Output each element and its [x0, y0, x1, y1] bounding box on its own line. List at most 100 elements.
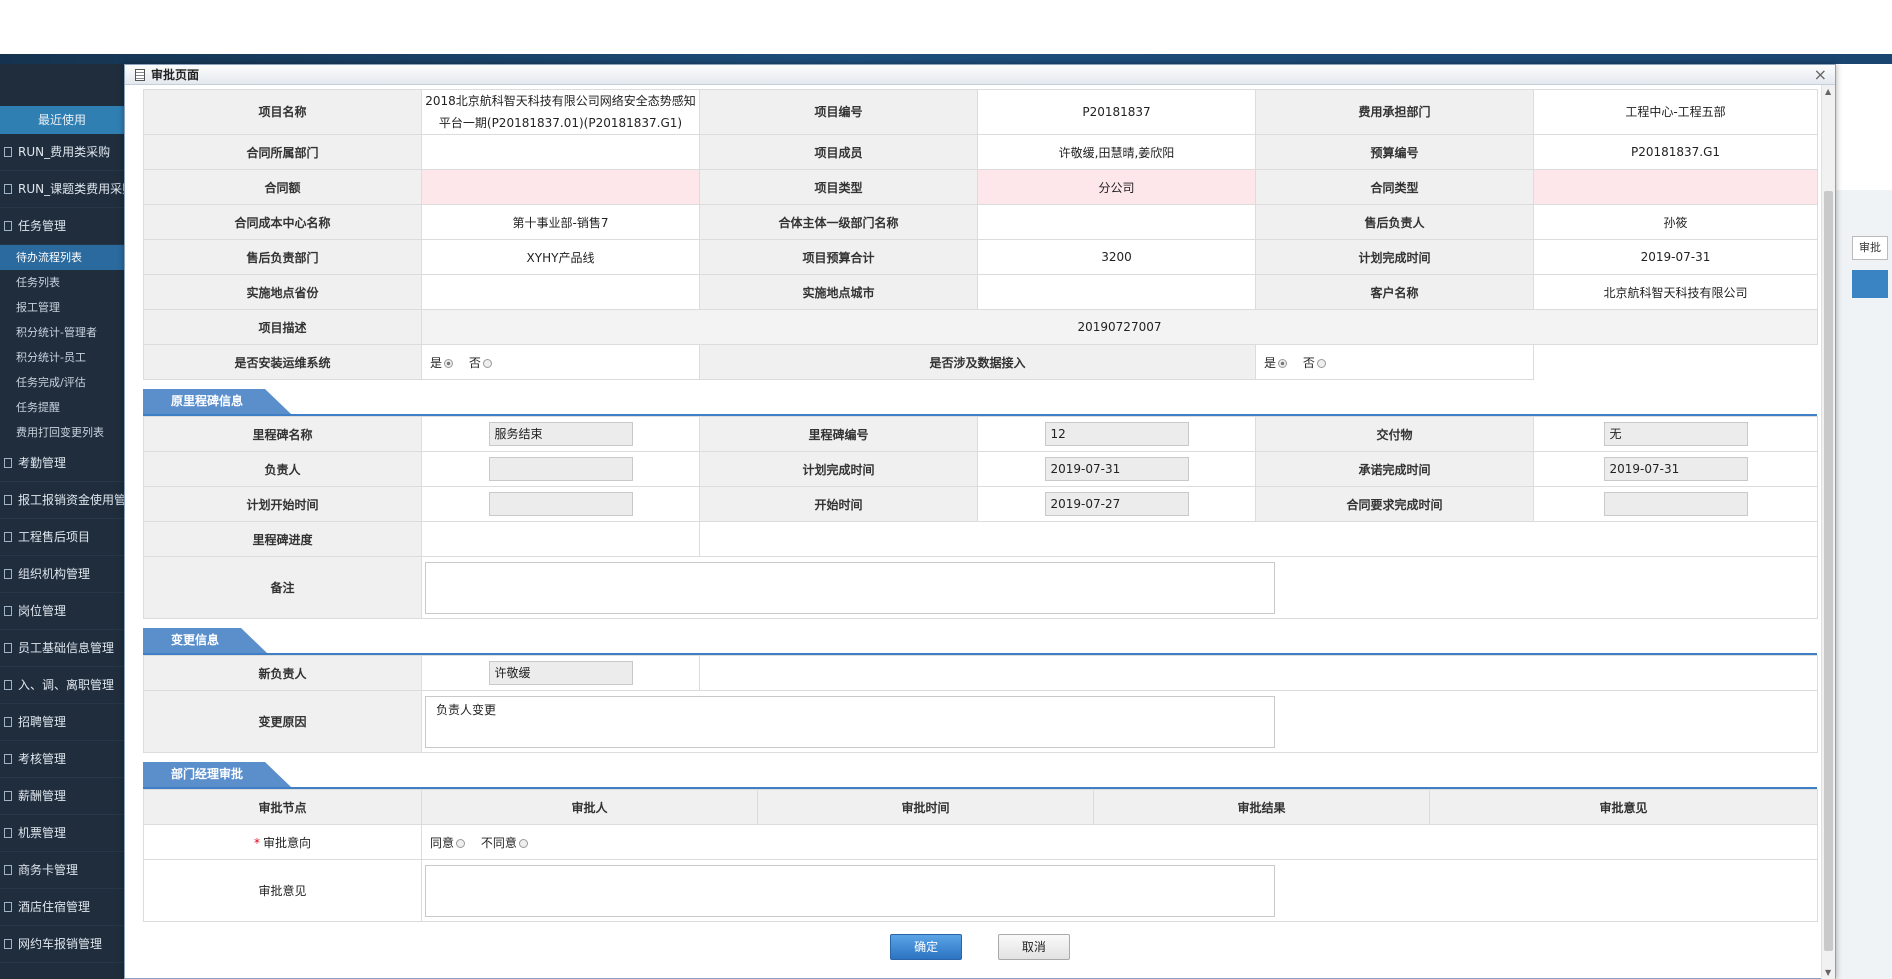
sidebar-item[interactable]: 入、调、离职管理 — [0, 667, 124, 704]
sidebar-recent[interactable]: 最近使用 — [0, 106, 124, 134]
sidebar-item[interactable]: 组织机构管理 — [0, 556, 124, 593]
sidebar-item[interactable]: 工程售后项目 — [0, 519, 124, 556]
section-header: 部门经理审批 — [143, 763, 1817, 789]
sidebar-subitem[interactable]: 报工管理 — [0, 295, 124, 320]
contract-amount-value — [421, 169, 700, 205]
label: 计划开始时间 — [143, 486, 422, 522]
plan-end-value: 2019-07-31 — [1533, 239, 1818, 275]
label: 项目类型 — [699, 169, 978, 205]
sidebar-subitem[interactable]: 积分统计-管理者 — [0, 320, 124, 345]
confirm-button[interactable]: 确定 — [890, 934, 963, 960]
ops-yes-radio[interactable] — [444, 358, 454, 368]
ops-no-radio[interactable] — [482, 358, 492, 368]
menu-icon — [4, 754, 12, 764]
radio-label: 不同意 — [480, 835, 517, 850]
agree-radio[interactable] — [456, 838, 466, 848]
menu-icon — [4, 902, 12, 912]
data-no-radio[interactable] — [1316, 358, 1326, 368]
sidebar-item[interactable]: 岗位管理 — [0, 593, 124, 630]
approve-tab[interactable]: 审批 — [1852, 236, 1888, 260]
change-reason-textarea[interactable]: 负责人变更 — [425, 695, 1275, 748]
scroll-thumb[interactable] — [1824, 191, 1833, 951]
label: 项目编号 — [699, 89, 978, 135]
sidebar-subitem[interactable]: 任务列表 — [0, 270, 124, 295]
sidebar-item[interactable]: 机票管理 — [0, 815, 124, 852]
data-yes-radio[interactable] — [1278, 358, 1288, 368]
sidebar-item-label: 工程售后项目 — [18, 530, 91, 544]
menu-icon — [4, 458, 12, 468]
label: 备注 — [143, 556, 422, 619]
sidebar-item-label: 报工报销资金使用管 — [18, 493, 124, 507]
progress-fill — [699, 521, 1818, 557]
project-name-value: 2018北京航科智天科技有限公司网络安全态势感知平台一期(P20181837.0… — [421, 89, 700, 135]
sidebar-item-label: 招聘管理 — [18, 715, 67, 729]
remark-textarea[interactable] — [425, 561, 1275, 614]
new-owner-input[interactable]: 许敬缓 — [488, 661, 633, 685]
approval-dialog: 审批页面 × 项目名称 2018北京航科智天科技有限公司网络安全态势感知平台一期… — [124, 64, 1836, 979]
budget-code-value: P20181837.G1 — [1533, 134, 1818, 170]
province-value — [421, 274, 700, 310]
sidebar-item-label: 岗位管理 — [18, 604, 67, 618]
label: 合同所属部门 — [143, 134, 422, 170]
plan-start-input[interactable] — [488, 492, 633, 516]
scroll-down-icon[interactable]: ▼ — [1825, 968, 1831, 977]
label: 合同额 — [143, 169, 422, 205]
sidebar-item[interactable]: 网约车报销管理 — [0, 926, 124, 963]
milestone-code-input[interactable]: 12 — [1044, 422, 1189, 446]
cancel-button[interactable]: 取消 — [997, 934, 1070, 960]
section-header: 变更信息 — [143, 629, 1817, 655]
column-header: 审批结果 — [1093, 789, 1430, 825]
plan-end-input[interactable]: 2019-07-31 — [1044, 457, 1189, 481]
milestone-name-input[interactable]: 服务结束 — [488, 422, 633, 446]
background-right-panel: 审批 — [1832, 190, 1892, 979]
opinion-textarea[interactable] — [425, 864, 1275, 917]
label: 是否安装运维系统 — [143, 344, 422, 380]
sidebar-item-label: 员工基础信息管理 — [18, 641, 115, 655]
start-time-input[interactable]: 2019-07-27 — [1044, 492, 1189, 516]
sidebar-item-run-topic[interactable]: RUN_课题类费用采购 — [0, 171, 124, 208]
label: 审批意见 — [143, 859, 422, 922]
label: 合同要求完成时间 — [1255, 486, 1534, 522]
sidebar-item-task-management[interactable]: 任务管理 — [0, 208, 124, 245]
sidebar-item-label: 网约车报销管理 — [18, 937, 103, 951]
intent-radio-group: 同意 不同意 — [421, 824, 1818, 860]
scroll-up-icon[interactable]: ▲ — [1825, 87, 1831, 96]
sidebar: 最近使用 RUN_费用类采购 RUN_课题类费用采购 任务管理 待办流程列表 任… — [0, 64, 124, 979]
label: 项目描述 — [143, 309, 422, 345]
commit-end-input[interactable]: 2019-07-31 — [1603, 457, 1748, 481]
sidebar-item[interactable]: 酒店住宿管理 — [0, 889, 124, 926]
cost-dept-value: 工程中心-工程五部 — [1533, 89, 1818, 135]
sidebar-item-label: 酒店住宿管理 — [18, 900, 91, 914]
menu-icon — [4, 495, 12, 505]
vertical-scrollbar[interactable]: ▲ ▼ — [1821, 85, 1835, 979]
sidebar-subitem[interactable]: 任务提醒 — [0, 395, 124, 420]
sidebar-item[interactable]: 员工基础信息管理 — [0, 630, 124, 667]
column-header: 审批意见 — [1429, 789, 1818, 825]
sidebar-subitem[interactable]: 积分统计-员工 — [0, 345, 124, 370]
sidebar-item[interactable]: 招聘管理 — [0, 704, 124, 741]
owner-input[interactable] — [488, 457, 633, 481]
milestone-table: 里程碑名称 服务结束 里程碑编号 12 交付物 无 负责人 计划完成时间 201… — [143, 416, 1818, 619]
label: 负责人 — [143, 451, 422, 487]
section-header: 原里程碑信息 — [143, 390, 1817, 416]
project-code-value: P20181837 — [977, 89, 1256, 135]
sidebar-subitem[interactable]: 任务完成/评估 — [0, 370, 124, 395]
sidebar-subitem[interactable]: 待办流程列表 — [0, 245, 124, 270]
sidebar-item[interactable]: 报工报销资金使用管 — [0, 482, 124, 519]
close-icon[interactable]: × — [1814, 65, 1827, 85]
sidebar-item[interactable]: 薪酬管理 — [0, 778, 124, 815]
menu-icon — [4, 147, 12, 157]
contract-end-input[interactable] — [1603, 492, 1748, 516]
menu-icon — [4, 184, 12, 194]
disagree-radio[interactable] — [518, 838, 528, 848]
deliverable-input[interactable]: 无 — [1603, 422, 1748, 446]
sidebar-subitem[interactable]: 费用打回变更列表 — [0, 420, 124, 445]
menu-icon — [4, 791, 12, 801]
menu-icon — [4, 865, 12, 875]
sidebar-item[interactable]: 考勤管理 — [0, 445, 124, 482]
sidebar-item[interactable]: 商务卡管理 — [0, 852, 124, 889]
sidebar-item-run-expense[interactable]: RUN_费用类采购 — [0, 134, 124, 171]
sidebar-item[interactable]: 考核管理 — [0, 741, 124, 778]
menu-icon — [4, 569, 12, 579]
menu-icon — [4, 643, 12, 653]
